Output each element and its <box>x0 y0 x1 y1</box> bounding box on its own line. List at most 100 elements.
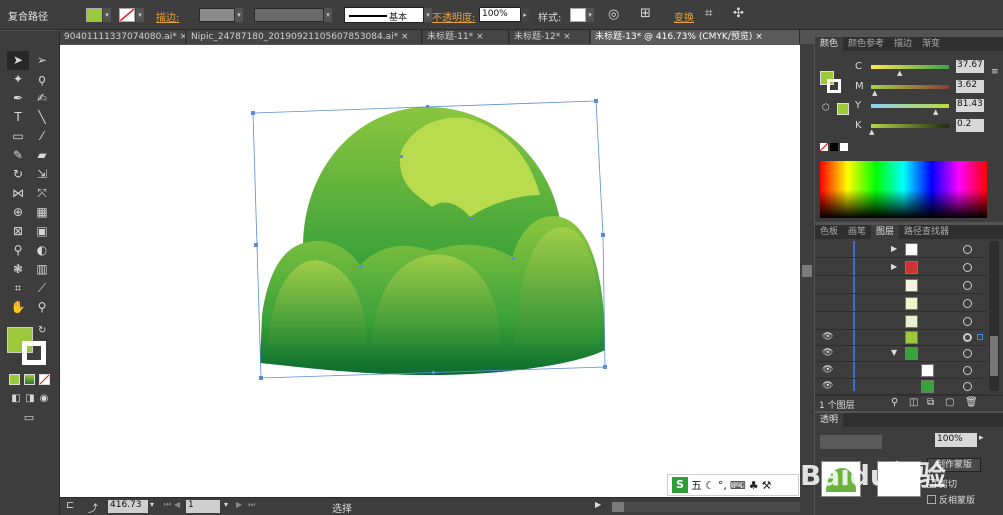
doc-tab-2[interactable]: Nipic_24787180_20190921105607853084.ai* … <box>187 30 422 44</box>
slider-thumb-icon[interactable]: ▲ <box>933 108 938 116</box>
shape-builder-icon[interactable]: ⊕ <box>7 203 29 222</box>
tools-icon[interactable]: ⚒ <box>762 479 772 492</box>
share-icon[interactable]: ⤴ <box>88 500 98 515</box>
target-icon[interactable] <box>963 299 972 308</box>
layer-row[interactable]: ▶ <box>815 241 987 258</box>
eraser-icon[interactable]: ▰ <box>31 146 53 165</box>
panel-stroke-swatch[interactable] <box>827 79 841 93</box>
status-menu-arrow[interactable]: ▶ <box>595 500 601 509</box>
screen-mode-icon[interactable]: ▭ <box>18 408 40 427</box>
artboard-nav-icon[interactable]: ⊏ <box>66 500 74 511</box>
target-icon[interactable] <box>963 317 972 326</box>
brush-definition[interactable]: 基本 <box>344 7 424 23</box>
slider-thumb-icon[interactable]: ▲ <box>897 69 902 77</box>
panel-menu-icon[interactable]: ≡ <box>991 67 999 77</box>
layer-row[interactable] <box>815 295 987 312</box>
stroke-weight-field[interactable] <box>199 8 235 22</box>
tab-color[interactable]: 颜色 <box>815 37 844 51</box>
profile-dropdown[interactable]: ▾ <box>324 8 332 22</box>
layer-row[interactable] <box>815 277 987 294</box>
zoom-tool-icon[interactable]: ⚲ <box>31 298 53 317</box>
tab-brushes[interactable]: 画笔 <box>843 225 871 239</box>
expand-arrow-icon[interactable]: ▶ <box>891 244 897 253</box>
zoom-field[interactable]: 416.73 <box>108 500 148 513</box>
tab-pathfinder[interactable]: 路径查找器 <box>899 225 954 239</box>
selection-tool-icon[interactable]: ➤ <box>7 51 29 70</box>
visibility-eye-icon[interactable]: 👁 <box>822 348 834 358</box>
expand-arrow-icon[interactable]: ▶ <box>891 262 897 271</box>
target-icon[interactable] <box>963 281 972 290</box>
visibility-eye-icon[interactable]: 👁 <box>822 365 834 375</box>
style-dropdown[interactable]: ▾ <box>586 8 594 22</box>
next-artboard-icon[interactable]: ▶ <box>236 500 242 509</box>
none-swatch[interactable] <box>819 142 829 152</box>
channel-slider-c[interactable] <box>871 65 949 69</box>
tab-gradient[interactable]: 渐变 <box>917 37 945 51</box>
paintbrush-icon[interactable]: ⁄ <box>31 127 53 146</box>
graphic-style-swatch[interactable] <box>570 8 586 22</box>
opacity-input[interactable]: 100% <box>479 7 521 22</box>
fill-dropdown[interactable]: ▾ <box>103 8 111 22</box>
stroke-none-swatch[interactable] <box>119 8 135 22</box>
skin-icon[interactable]: ♣ <box>749 479 759 492</box>
last-artboard-icon[interactable]: ⏭ <box>248 500 255 510</box>
out-of-gamut-swatch[interactable] <box>837 103 849 115</box>
canvas-area[interactable] <box>60 45 800 497</box>
gradient-mode-icon[interactable] <box>24 374 35 385</box>
artboard-number-field[interactable]: 1 <box>186 500 220 513</box>
stroke-dropdown[interactable]: ▾ <box>136 8 144 22</box>
doc-tab-4[interactable]: 未标题-12* × <box>510 30 590 44</box>
none-mode-icon[interactable] <box>39 374 50 385</box>
slider-thumb-icon[interactable]: ▲ <box>869 128 874 136</box>
pencil-tool-icon[interactable]: ✎ <box>7 146 29 165</box>
lasso-icon[interactable]: ϙ <box>31 70 53 89</box>
layer-row[interactable]: ▶ <box>815 259 987 276</box>
collapse-arrow-icon[interactable]: ▼ <box>891 348 897 357</box>
transform-link[interactable]: 变换 <box>674 9 694 24</box>
target-icon[interactable] <box>963 349 972 358</box>
channel-value-m[interactable]: 3.62 <box>956 80 984 93</box>
layer-row-selected[interactable]: 👁 <box>815 329 987 346</box>
color-mode-icon[interactable] <box>9 374 20 385</box>
locate-object-icon[interactable]: ⚲ <box>891 397 898 408</box>
tab-stroke[interactable]: 描边 <box>889 37 917 51</box>
doc-tab-active[interactable]: 未标题-13* @ 416.73% (CMYK/预览) × <box>591 30 800 44</box>
mesh-tool-icon[interactable]: ⊠ <box>7 222 29 241</box>
new-layer-icon[interactable]: ▢ <box>945 397 954 408</box>
layers-scroll-thumb[interactable] <box>990 336 998 376</box>
symbol-sprayer-icon[interactable]: ❃ <box>7 260 29 279</box>
layer-row[interactable]: 👁 ▼ <box>815 345 987 362</box>
make-clipping-mask-icon[interactable]: ◫ <box>909 397 918 408</box>
layer-row[interactable]: 👁 <box>815 378 987 395</box>
zoom-dropdown-icon[interactable]: ▾ <box>150 500 154 509</box>
line-tool-icon[interactable]: ╲ <box>31 108 53 127</box>
keyboard-icon[interactable]: ⌨ <box>730 479 746 492</box>
channel-slider-k[interactable] <box>871 124 949 128</box>
blend-mode-select[interactable] <box>820 435 882 449</box>
moon-icon[interactable]: ☾ <box>705 479 715 492</box>
transparency-opacity-input[interactable]: 100% <box>935 433 977 447</box>
target-icon[interactable] <box>963 366 972 375</box>
artboard-dropdown-icon[interactable]: ▾ <box>224 500 228 509</box>
draw-inside-icon[interactable]: ◉ <box>33 389 55 408</box>
new-sublayer-icon[interactable]: ⧉ <box>927 397 934 408</box>
artboard[interactable] <box>60 45 800 497</box>
opacity-label[interactable]: 不透明度: <box>432 9 475 24</box>
slice-tool-icon[interactable]: ⟋ <box>31 279 53 298</box>
variable-width-profile[interactable] <box>254 8 324 22</box>
first-artboard-icon[interactable]: ⏮ <box>164 500 171 510</box>
opacity-arrow-icon[interactable]: ▸ <box>979 433 984 443</box>
target-icon[interactable] <box>963 245 972 254</box>
target-icon[interactable] <box>963 382 972 391</box>
channel-value-c[interactable]: 37.67 <box>956 60 984 73</box>
width-tool-icon[interactable]: ⋈ <box>7 184 29 203</box>
hand-tool-icon[interactable]: ✋ <box>7 298 29 317</box>
slider-thumb-icon[interactable]: ▲ <box>872 89 877 97</box>
black-swatch[interactable] <box>830 143 838 151</box>
punctuation-icon[interactable]: °, <box>718 479 727 492</box>
align-icon[interactable]: ⊞ <box>640 6 651 21</box>
recolor-icon[interactable]: ◎ <box>608 7 619 22</box>
channel-value-k[interactable]: 0.2 <box>956 119 984 132</box>
isolate-icon[interactable]: ⌗ <box>705 6 712 21</box>
selection-indicator[interactable] <box>977 334 983 340</box>
